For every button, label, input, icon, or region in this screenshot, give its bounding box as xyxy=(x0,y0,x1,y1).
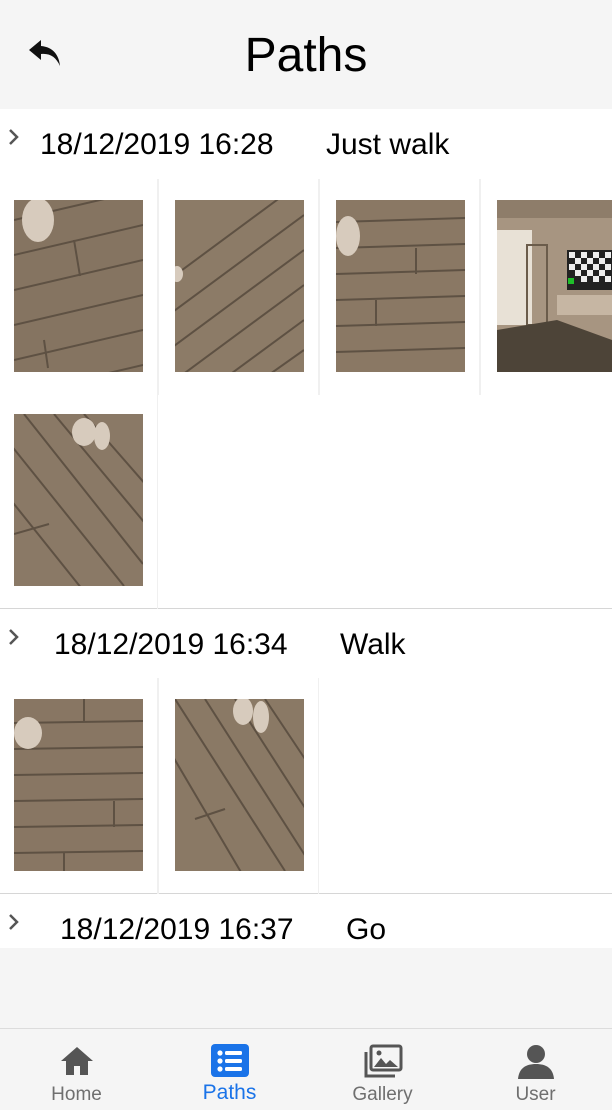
app-root: Paths 18/12/2019 16:28 Just walk 18/12/2… xyxy=(0,0,612,1110)
tab-home[interactable]: Home xyxy=(0,1029,153,1110)
tab-label: Home xyxy=(51,1084,102,1105)
photo-thumbnail[interactable] xyxy=(175,699,304,871)
path-header[interactable]: 18/12/2019 16:34 Walk xyxy=(0,609,612,679)
photo-thumbnail[interactable] xyxy=(14,699,143,871)
path-date: 18/12/2019 16:37 xyxy=(60,913,294,946)
chevron-right-icon xyxy=(4,125,24,149)
tab-label: Gallery xyxy=(352,1084,413,1105)
tab-label: User xyxy=(515,1084,556,1105)
chevron-right-icon xyxy=(4,625,24,649)
paths-list[interactable]: 18/12/2019 16:28 Just walk 18/12/2019 16… xyxy=(0,109,612,948)
tab-paths[interactable]: Paths xyxy=(153,1029,306,1110)
list-icon xyxy=(210,1044,249,1077)
photo-thumbnail[interactable] xyxy=(336,200,465,372)
photo-thumbnail[interactable] xyxy=(175,200,304,372)
user-icon xyxy=(517,1045,554,1079)
app-header: Paths xyxy=(0,0,612,109)
bottom-tab-bar: Home Paths Gallery User xyxy=(0,1028,612,1110)
tab-gallery[interactable]: Gallery xyxy=(306,1029,459,1110)
path-card: 18/12/2019 16:34 Walk xyxy=(0,609,612,894)
photo-thumbnail[interactable] xyxy=(14,414,143,586)
path-name: Just walk xyxy=(326,128,450,161)
gallery-icon xyxy=(364,1044,402,1078)
path-card: 18/12/2019 16:28 Just walk xyxy=(0,109,612,609)
path-header[interactable]: 18/12/2019 16:28 Just walk xyxy=(0,109,612,179)
photo-thumbnail[interactable] xyxy=(14,200,143,372)
path-name: Go xyxy=(346,913,387,946)
path-date: 18/12/2019 16:28 xyxy=(40,128,274,161)
path-card: 18/12/2019 16:37 Go xyxy=(0,894,612,948)
path-date: 18/12/2019 16:34 xyxy=(54,628,288,661)
home-icon xyxy=(60,1047,93,1075)
photo-thumbnail[interactable] xyxy=(497,200,612,372)
tab-label: Paths xyxy=(202,1081,257,1104)
path-name: Walk xyxy=(340,628,406,661)
page-title: Paths xyxy=(244,29,368,82)
path-header[interactable]: 18/12/2019 16:37 Go xyxy=(0,894,612,948)
chevron-right-icon xyxy=(4,910,24,934)
tab-user[interactable]: User xyxy=(459,1029,612,1110)
